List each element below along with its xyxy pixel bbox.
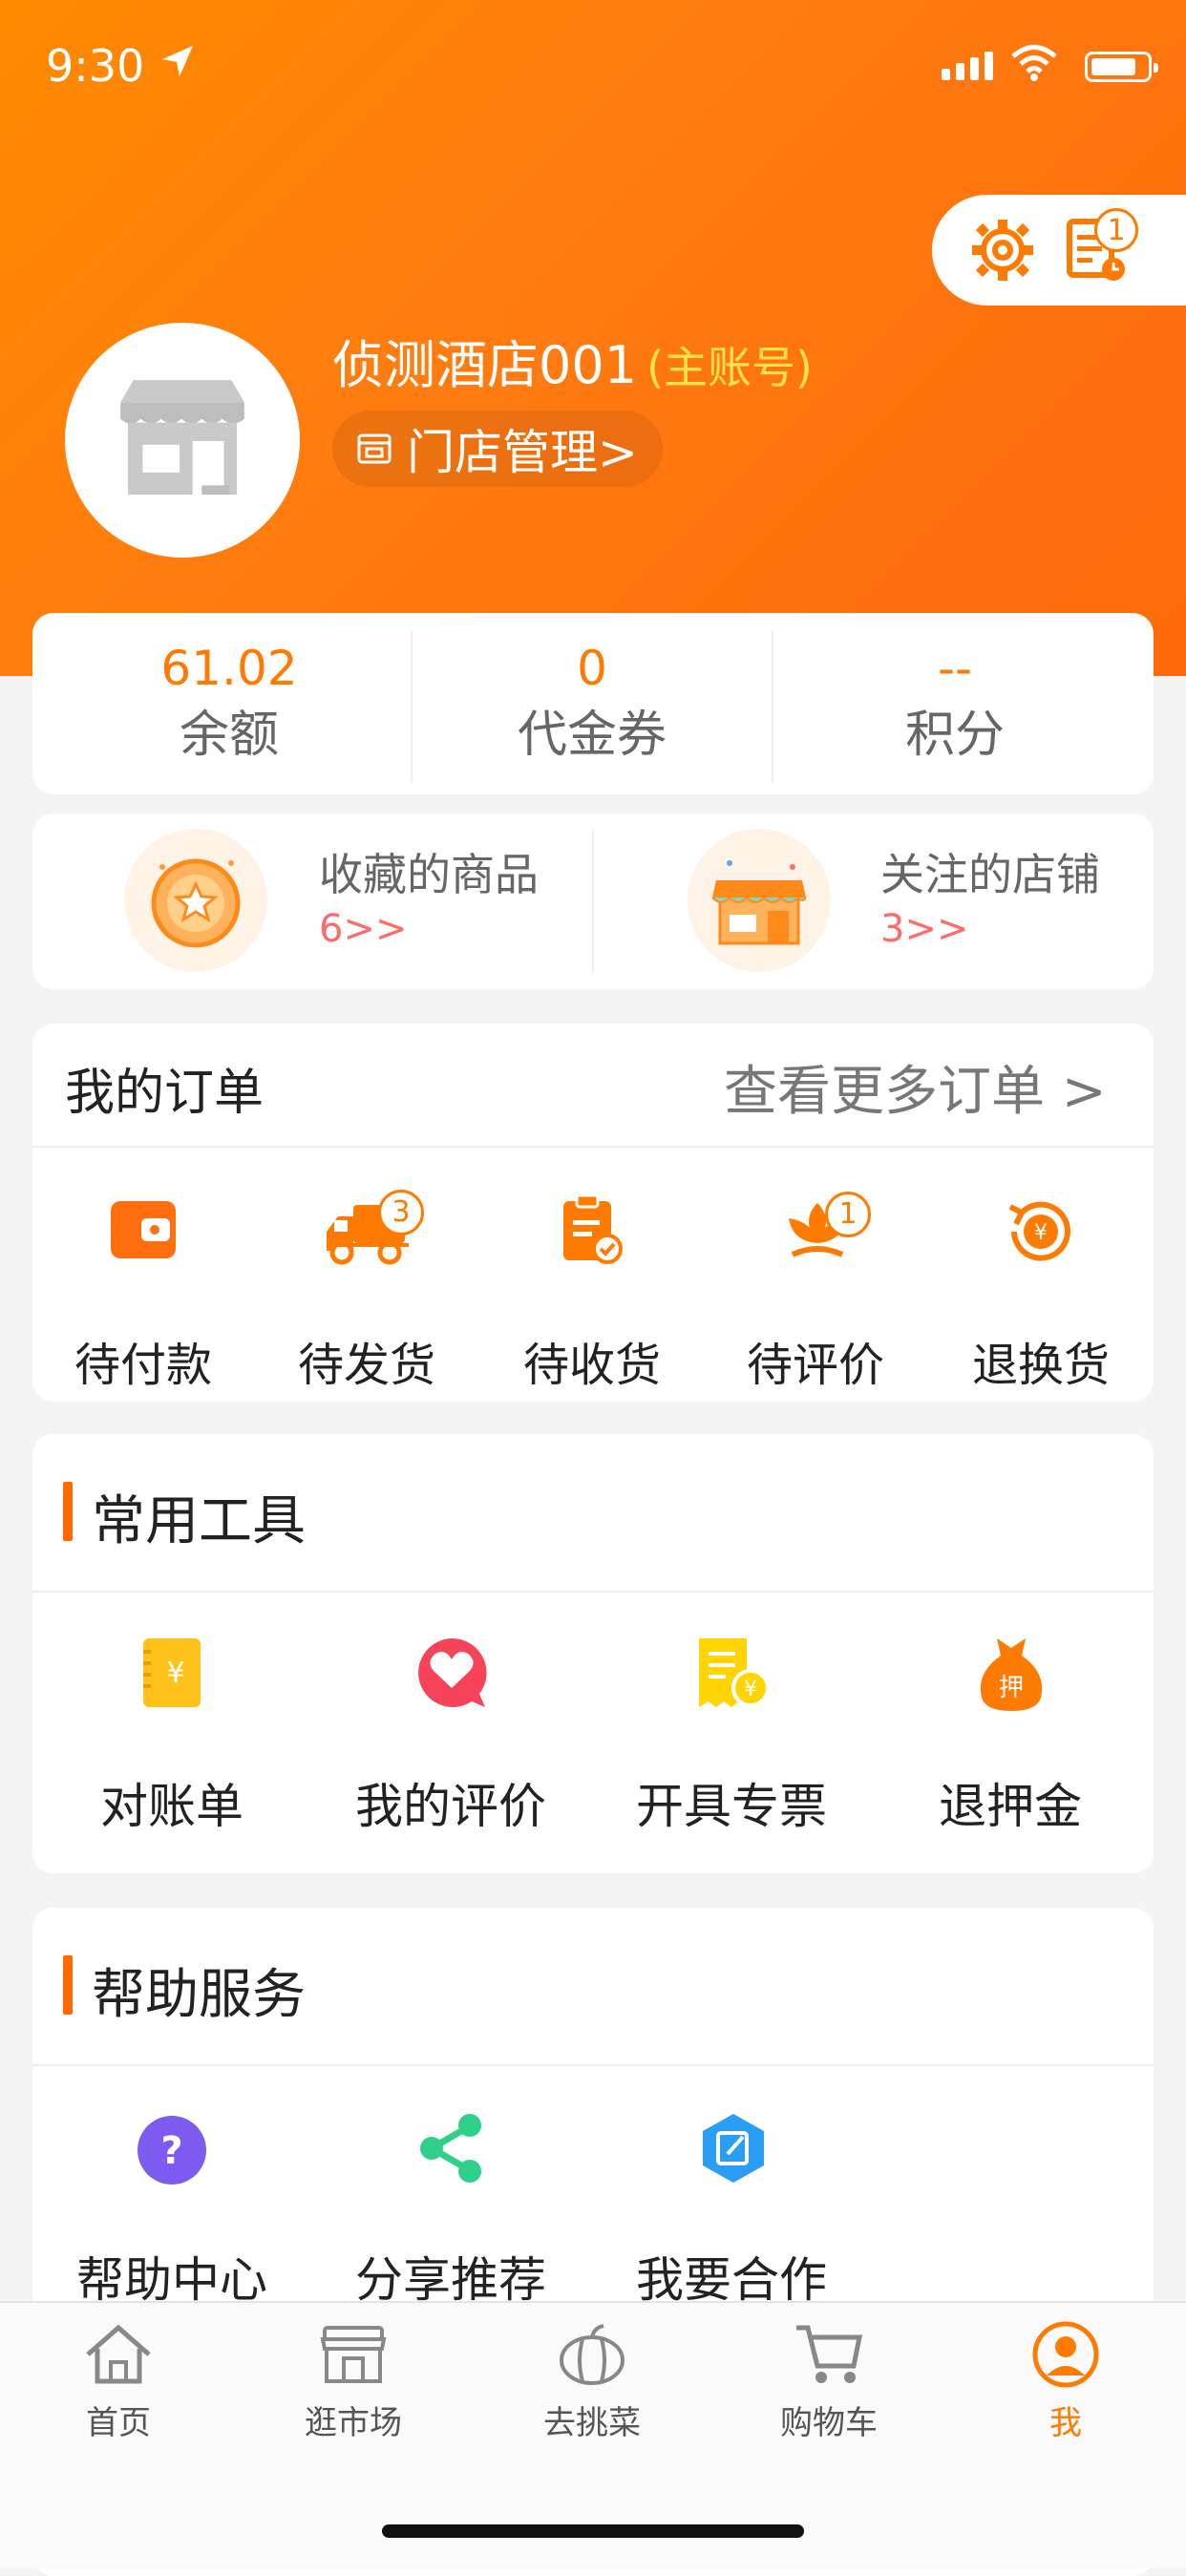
stat-value: 61.02 xyxy=(160,641,298,696)
status-bar: 9:30 xyxy=(0,0,1186,134)
tab-home[interactable]: 首页 xyxy=(23,2320,214,2443)
tab-label: 购物车 xyxy=(780,2404,878,2442)
order-label: 待发货 xyxy=(297,1339,435,1392)
vegetable-icon xyxy=(560,2324,625,2385)
store-management-label: 门店管理> xyxy=(407,425,638,480)
followed-shops-icon-wrap xyxy=(688,829,831,972)
help-title: 帮助服务 xyxy=(92,1964,306,2026)
tab-label: 首页 xyxy=(86,2404,151,2442)
store-avatar[interactable] xyxy=(65,323,300,558)
battery-icon xyxy=(1085,52,1158,82)
stat-vouchers[interactable]: 0 代金券 xyxy=(411,640,773,764)
shop-front-icon xyxy=(711,860,807,945)
home-indicator xyxy=(382,2524,804,2538)
wifi-icon xyxy=(1011,45,1057,81)
order-label: 待付款 xyxy=(74,1339,212,1392)
question-icon: ? xyxy=(138,2116,206,2185)
stat-label: 积分 xyxy=(904,707,1005,764)
deposit-bag-icon: 押 xyxy=(980,1638,1043,1711)
store-name-text: 侦测酒店001 xyxy=(332,335,638,395)
order-badge: 1 xyxy=(825,1192,871,1237)
home-icon xyxy=(86,2324,151,2384)
shop-icon xyxy=(357,433,392,464)
section-accent-bar xyxy=(63,1482,73,1541)
store-icon xyxy=(120,380,244,496)
store-management-button[interactable]: 门店管理> xyxy=(332,411,663,487)
share-icon xyxy=(420,2114,481,2183)
svg-text:押: 押 xyxy=(999,1674,1024,1702)
tab-cart[interactable]: 购物车 xyxy=(733,2320,924,2443)
notification-badge: 1 xyxy=(1094,208,1138,252)
cart-icon xyxy=(796,2325,863,2383)
svg-text:?: ? xyxy=(160,2129,182,2173)
favorite-goods-count: 6>> xyxy=(319,907,408,951)
tool-label: 开具专票 xyxy=(636,1779,827,1834)
stat-balance[interactable]: 61.02 余额 xyxy=(48,640,411,764)
view-more-orders-link[interactable]: 查看更多订单 > xyxy=(724,1048,1107,1126)
tools-title: 常用工具 xyxy=(92,1490,306,1552)
stat-value: -- xyxy=(937,641,973,696)
svg-text:¥: ¥ xyxy=(166,1657,184,1690)
invoice-icon: ¥ xyxy=(699,1638,770,1707)
tab-me[interactable]: 我 xyxy=(970,2320,1161,2443)
stat-value: 0 xyxy=(577,641,607,696)
section-accent-bar xyxy=(63,1955,73,2015)
svg-text:¥: ¥ xyxy=(1034,1221,1048,1245)
heart-chat-icon xyxy=(418,1637,487,1707)
star-coin-icon xyxy=(151,858,241,948)
tab-market[interactable]: 逛市场 xyxy=(258,2320,449,2443)
clipboard-check-icon xyxy=(563,1193,623,1264)
tool-label: 退押金 xyxy=(939,1779,1082,1834)
order-label: 待收货 xyxy=(522,1339,661,1392)
refund-icon: ¥ xyxy=(1008,1201,1070,1261)
favorite-goods-title: 收藏的商品 xyxy=(319,849,539,900)
store-name: 侦测酒店001 (主账号) xyxy=(332,323,813,398)
tab-vegetables[interactable]: 去挑菜 xyxy=(497,2320,688,2443)
stat-points[interactable]: -- 积分 xyxy=(773,640,1136,764)
order-badge: 3 xyxy=(378,1190,424,1235)
stat-label: 余额 xyxy=(179,707,279,764)
tab-label: 去挑菜 xyxy=(543,2404,641,2442)
followed-shops-count: 3>> xyxy=(880,907,969,951)
divider xyxy=(32,2064,1154,2066)
status-time: 9:30 xyxy=(46,40,145,92)
order-label: 待评价 xyxy=(746,1339,884,1392)
tab-label: 逛市场 xyxy=(305,2404,402,2442)
tool-label: 对账单 xyxy=(100,1779,244,1834)
edit-hexagon-icon xyxy=(703,2114,764,2183)
divider xyxy=(32,1146,1154,1148)
profile-icon xyxy=(1032,2321,1099,2388)
svg-text:¥: ¥ xyxy=(744,1678,757,1701)
orders-title: 我的订单 xyxy=(65,1065,265,1122)
account-type-label: (主账号) xyxy=(646,342,813,393)
tool-label: 我的评价 xyxy=(355,1779,546,1834)
divider xyxy=(32,1591,1154,1593)
stat-label: 代金券 xyxy=(517,707,667,764)
tab-label: 我 xyxy=(1049,2404,1082,2442)
wallet-icon xyxy=(111,1201,176,1258)
market-icon xyxy=(320,2326,387,2383)
bill-icon: ¥ xyxy=(143,1638,201,1707)
favorite-goods-icon-wrap xyxy=(124,829,267,972)
followed-shops-title: 关注的店铺 xyxy=(880,849,1100,900)
location-arrow-icon xyxy=(162,46,193,76)
order-label: 退换货 xyxy=(971,1339,1110,1392)
settings-gear-icon[interactable] xyxy=(968,216,1037,285)
divider xyxy=(592,829,594,974)
cellular-signal-icon xyxy=(942,52,993,80)
